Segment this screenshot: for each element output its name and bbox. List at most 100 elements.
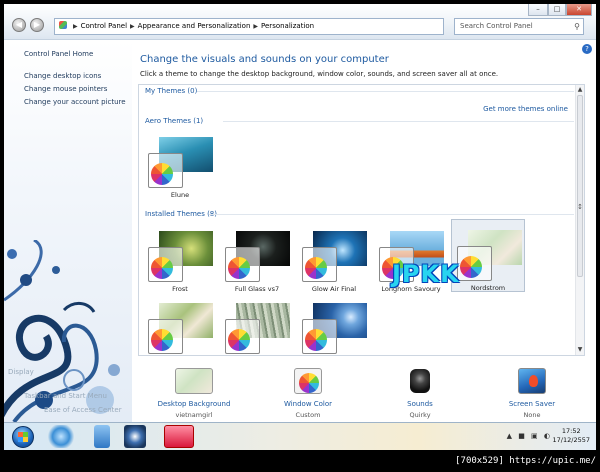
window-color-swatch (148, 319, 183, 354)
color-fan-icon (228, 257, 250, 279)
maximize-button[interactable]: □ (548, 4, 566, 16)
window-color-swatch (302, 319, 337, 354)
personalization-taskbar-button[interactable] (164, 425, 194, 448)
scroll-grip-icon: ↕ (577, 203, 583, 211)
sounds-value: Quirky (409, 411, 431, 419)
section-divider (209, 214, 574, 215)
window-color-swatch (457, 246, 492, 281)
search-placeholder: Search Control Panel (460, 22, 533, 30)
window-color-label: Window Color (283, 400, 333, 408)
change-mouse-pointers-link[interactable]: Change mouse pointers (24, 85, 107, 93)
installed-themes-header: Installed Themes (8) (145, 210, 217, 218)
desktop-background-icon (175, 368, 213, 394)
see-also-taskbar-link[interactable]: Taskbar and Start Menu (24, 392, 107, 400)
breadcrumb-appearance[interactable]: Appearance and Personalization (138, 22, 251, 30)
theme-name: Elune (170, 191, 190, 199)
personalization-window: ◀ ▶ ▶ Control Panel ▶ Appearance and Person… (4, 4, 596, 450)
theme-name: Glow Air Final (311, 285, 357, 293)
color-fan-icon (228, 329, 250, 351)
window-color-icon (294, 368, 322, 394)
window-color-swatch (302, 247, 337, 282)
taskbar-clock[interactable]: 17:52 17/12/2557 (553, 427, 590, 445)
search-input[interactable]: Search Control Panel ⚲ (454, 18, 584, 35)
aero-themes-header: Aero Themes (1) (145, 117, 204, 125)
theme-tile-nordstrom[interactable]: Nordstrom (451, 219, 525, 292)
window-color-swatch (148, 247, 183, 282)
change-account-picture-link[interactable]: Change your account picture (24, 98, 126, 106)
desktop-background-setting[interactable]: Desktop Background vietnamgirl (154, 368, 234, 419)
theme-name: Frost (172, 285, 188, 293)
control-panel-home-link[interactable]: Control Panel Home (24, 50, 93, 58)
my-themes-header: My Themes (0) (145, 87, 198, 95)
theme-name: Full Glass vs7 (234, 285, 280, 293)
window-color-setting[interactable]: Window Color Custom (268, 368, 348, 419)
color-fan-icon (460, 256, 482, 278)
screen-saver-value: None (523, 411, 541, 419)
window-color-swatch (225, 319, 260, 354)
breadcrumb-separator-icon: ▶ (73, 23, 78, 30)
scroll-down-icon[interactable]: ▼ (576, 345, 584, 354)
sounds-label: Sounds (407, 400, 433, 408)
color-fan-icon (151, 163, 173, 185)
title-bar: ◀ ▶ ▶ Control Panel ▶ Appearance and Person… (4, 4, 596, 40)
image-host-watermark: [700x529] https://upic.me/ (455, 456, 596, 466)
help-icon[interactable]: ? (582, 44, 592, 54)
color-fan-icon (305, 257, 327, 279)
page-subtitle: Click a theme to change the desktop back… (140, 70, 499, 78)
scrollbar-thumb[interactable] (577, 95, 583, 277)
media-player-taskbar-icon[interactable] (124, 425, 146, 448)
theme-tile-frost[interactable]: Frost (143, 225, 217, 295)
theme-tile-glow-air[interactable]: Glow Air Final (297, 225, 371, 295)
breadcrumb-separator-icon: ▶ (253, 23, 259, 30)
change-desktop-icons-link[interactable]: Change desktop icons (24, 72, 101, 80)
screen-saver-setting[interactable]: Screen Saver None (492, 368, 572, 419)
search-icon[interactable]: ⚲ (574, 19, 580, 34)
window-color-swatch (148, 153, 183, 188)
color-fan-icon (151, 329, 173, 351)
clock-date: 17/12/2557 (552, 436, 590, 444)
theme-tile[interactable] (297, 297, 371, 355)
theme-tile[interactable] (143, 297, 217, 355)
window-color-swatch (225, 247, 260, 282)
theme-name: Nordstrom (470, 284, 506, 292)
address-bar[interactable]: ▶ Control Panel ▶ Appearance and Personaliz… (54, 18, 444, 35)
left-pane: Control Panel Home Change desktop icons … (4, 40, 132, 422)
see-also-ease-of-access-link[interactable]: Ease of Access Center (44, 406, 122, 414)
taskbar: ▲ ■ ▣ ◐ 17:52 17/12/2557 (4, 422, 596, 450)
theme-tile[interactable] (220, 297, 294, 355)
theme-tile-elune[interactable]: Elune (143, 131, 217, 201)
page-title: Change the visuals and sounds on your co… (140, 54, 389, 65)
color-fan-icon (151, 257, 173, 279)
main-content: ? Change the visuals and sounds on your … (132, 40, 596, 422)
control-panel-icon (59, 21, 67, 29)
theme-list-scrollbar[interactable]: ▲ ↕ ▼ (575, 85, 584, 355)
scroll-up-icon[interactable]: ▲ (576, 85, 584, 94)
breadcrumb-control-panel[interactable]: Control Panel (81, 22, 127, 30)
start-button[interactable] (12, 426, 34, 448)
see-also-display-link[interactable]: Display (8, 368, 34, 376)
breadcrumb-separator-icon: ▶ (130, 23, 135, 30)
back-button[interactable]: ◀ (12, 18, 26, 32)
sounds-icon (406, 368, 434, 394)
forward-button[interactable]: ▶ (30, 18, 44, 32)
screen-saver-icon (518, 368, 546, 394)
theme-tile-full-glass[interactable]: Full Glass vs7 (220, 225, 294, 295)
color-fan-icon (305, 329, 327, 351)
system-tray[interactable]: ▲ ■ ▣ ◐ (507, 432, 552, 440)
minimize-button[interactable]: – (528, 4, 548, 16)
internet-explorer-taskbar-icon[interactable] (46, 425, 76, 448)
libraries-taskbar-icon[interactable] (94, 425, 110, 448)
jpkk-logo-overlay: JPKK (392, 260, 460, 288)
clock-time: 17:52 (561, 427, 581, 435)
sounds-setting[interactable]: Sounds Quirky (380, 368, 460, 419)
windows-logo-icon (18, 437, 28, 442)
section-divider (223, 121, 574, 122)
window-color-value: Custom (295, 411, 321, 419)
section-divider (197, 91, 574, 92)
get-more-themes-link[interactable]: Get more themes online (483, 105, 568, 113)
theme-list: My Themes (0) Get more themes online Aer… (138, 84, 585, 356)
desktop-background-label: Desktop Background (157, 400, 231, 408)
breadcrumb-personalization[interactable]: Personalization (261, 22, 314, 30)
screen-saver-label: Screen Saver (508, 400, 556, 408)
close-button[interactable]: ✕ (566, 4, 592, 16)
